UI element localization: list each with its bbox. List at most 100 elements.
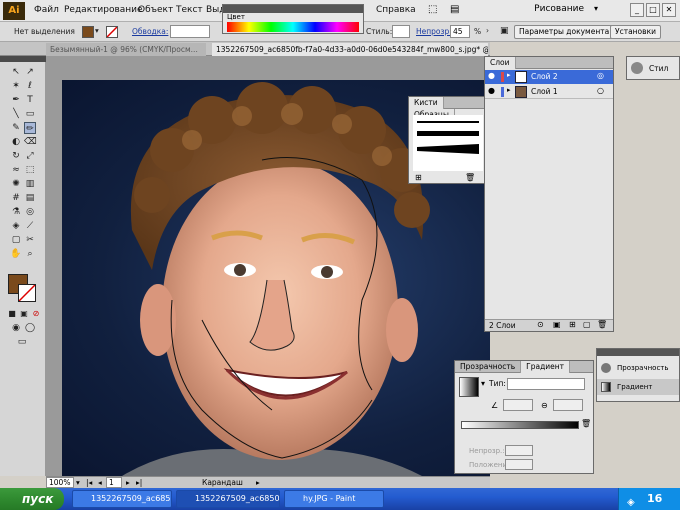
tab-transparency[interactable]: Прозрачность xyxy=(455,361,522,373)
angle-field[interactable] xyxy=(503,399,533,411)
zoom-field[interactable]: 100% xyxy=(46,477,74,488)
task-button-active[interactable]: 1352267509_ac6850... xyxy=(176,490,280,508)
artboard-tool-icon[interactable]: ▢ xyxy=(10,234,22,246)
aspect-ratio-field[interactable] xyxy=(553,399,583,411)
network-icon[interactable]: ◈ xyxy=(627,492,635,510)
draw-normal-icon[interactable]: ◉ xyxy=(10,322,22,334)
gradient-tool-icon[interactable]: ▤ xyxy=(24,192,36,204)
opacity-label[interactable]: Непрозр.: xyxy=(416,27,454,36)
layer-name[interactable]: Слой 2 xyxy=(531,72,558,81)
rectangle-tool-icon[interactable]: ▭ xyxy=(24,108,36,120)
opacity-field[interactable]: 45 xyxy=(450,25,470,38)
magic-wand-tool-icon[interactable]: ✶ xyxy=(10,80,22,92)
pencil-tool-icon[interactable]: ✏ xyxy=(24,122,36,134)
lasso-tool-icon[interactable]: ℓ xyxy=(24,80,36,92)
menu-edit[interactable]: Редактирование xyxy=(64,5,143,15)
maximize-button[interactable]: □ xyxy=(646,3,660,17)
preferences-button[interactable]: Установки xyxy=(610,25,661,39)
page-field[interactable]: 1 xyxy=(106,477,122,488)
last-page-icon[interactable]: ▸| xyxy=(136,478,142,487)
rotate-tool-icon[interactable]: ↻ xyxy=(10,150,22,162)
mesh-tool-icon[interactable]: # xyxy=(10,192,22,204)
blend-tool-icon[interactable]: ◎ xyxy=(24,206,36,218)
scale-tool-icon[interactable]: ⤢ xyxy=(24,150,36,162)
brush-stroke-calligraphic[interactable] xyxy=(417,144,479,154)
prev-page-icon[interactable]: ◂ xyxy=(98,478,102,487)
color-mode-icon[interactable]: ■ xyxy=(6,308,18,320)
eyedropper-tool-icon[interactable]: ⚗ xyxy=(10,206,22,218)
transparency-panel-label[interactable]: Прозрачность xyxy=(617,364,669,372)
screen-mode-icon[interactable]: ▭ xyxy=(16,336,28,348)
bridge-icon[interactable]: ⬚ xyxy=(428,4,437,15)
eye-icon[interactable]: ● xyxy=(488,86,495,95)
gradient-mode-icon[interactable]: ▣ xyxy=(18,308,30,320)
delete-icon[interactable]: 🗑 xyxy=(581,419,591,428)
clipping-mask-icon[interactable]: ▣ xyxy=(553,320,561,329)
new-layer-icon[interactable]: ▢ xyxy=(583,320,591,329)
layer-row-selected[interactable]: ● ▸ Слой 2 ◎ xyxy=(485,70,613,84)
next-page-icon[interactable]: ▸ xyxy=(126,478,130,487)
minimize-button[interactable]: _ xyxy=(630,3,644,17)
warp-tool-icon[interactable]: ≈ xyxy=(10,164,22,176)
delete-icon[interactable]: 🗑 xyxy=(597,320,607,329)
eye-icon[interactable]: ● xyxy=(488,71,495,80)
scissors-tool-icon[interactable]: ✂ xyxy=(24,234,36,246)
chevron-down-icon[interactable]: ▾ xyxy=(481,379,485,388)
graphic-styles-icon[interactable] xyxy=(631,62,643,74)
gradient-icon[interactable] xyxy=(601,382,611,392)
layer-row[interactable]: ● ▸ Слой 1 ○ xyxy=(485,85,613,99)
expand-arrow-icon[interactable]: ▸ xyxy=(507,86,511,94)
fill-swatch[interactable] xyxy=(82,26,94,38)
status-arrow-icon[interactable]: ▸ xyxy=(256,478,260,487)
brush-stroke-medium[interactable] xyxy=(417,131,479,136)
task-button[interactable]: hy.JPG - Paint xyxy=(284,490,384,508)
chevron-down-icon[interactable]: ▾ xyxy=(95,26,99,35)
brush-stroke-thin[interactable] xyxy=(417,121,479,123)
slice-tool-icon[interactable]: ⟋ xyxy=(24,220,36,232)
menu-object[interactable]: Объект xyxy=(138,5,173,15)
tab-layers[interactable]: Слои xyxy=(485,57,516,69)
eraser-tool-icon[interactable]: ⌫ xyxy=(24,136,37,148)
task-button[interactable]: 1352267509_ac6850... xyxy=(72,490,172,508)
chevron-down-icon[interactable]: ▾ xyxy=(76,478,80,487)
menu-help[interactable]: Справка xyxy=(376,5,416,15)
stroke-swatch[interactable] xyxy=(106,26,118,38)
workspace-switcher[interactable]: Рисование xyxy=(534,4,584,14)
type-tool-icon[interactable]: T xyxy=(24,94,36,106)
chevron-right-icon[interactable]: › xyxy=(486,26,489,35)
layer-name[interactable]: Слой 1 xyxy=(531,87,558,96)
color-spectrum[interactable] xyxy=(227,22,359,32)
paintbrush-tool-icon[interactable]: ✎ xyxy=(10,122,22,134)
hand-tool-icon[interactable]: ✋ xyxy=(10,248,22,260)
target-icon[interactable]: ◎ xyxy=(597,71,604,80)
line-tool-icon[interactable]: ╲ xyxy=(10,108,22,120)
arrange-icon[interactable]: ▤ xyxy=(450,4,459,15)
chevron-down-icon[interactable]: ▾ xyxy=(594,4,598,13)
style-dropdown[interactable] xyxy=(392,25,410,38)
selection-tool-icon[interactable]: ↖ xyxy=(10,66,22,78)
blob-brush-tool-icon[interactable]: ◐ xyxy=(10,136,22,148)
start-button[interactable]: пуск xyxy=(0,488,64,510)
zoom-tool-icon[interactable]: ⌕ xyxy=(24,248,36,260)
close-button[interactable]: ✕ xyxy=(662,3,676,17)
brush-library-icon[interactable]: ⊞ xyxy=(415,173,422,182)
stop-opacity-field[interactable] xyxy=(505,445,533,456)
tab-untitled[interactable]: Безымянный-1 @ 96% (CMYK/Просм... xyxy=(46,43,206,56)
stroke-color-box[interactable] xyxy=(18,284,36,302)
gradient-panel-label[interactable]: Градиент xyxy=(617,383,652,391)
tab-active-document[interactable]: 1352267509_ac6850fb-f7a0-4d33-a0d0-06d0e… xyxy=(212,43,488,56)
new-sublayer-icon[interactable]: ⊞ xyxy=(569,320,576,329)
transparency-icon[interactable] xyxy=(601,363,611,373)
current-tool-status[interactable]: Карандаш xyxy=(202,478,243,487)
symbol-sprayer-tool-icon[interactable]: ✺ xyxy=(10,178,22,190)
pen-tool-icon[interactable]: ✒ xyxy=(10,94,22,106)
stroke-weight-field[interactable] xyxy=(170,25,210,38)
delete-icon[interactable]: 🗑 xyxy=(465,173,475,182)
free-transform-tool-icon[interactable]: ⬚ xyxy=(24,164,36,176)
direct-selection-tool-icon[interactable]: ↗ xyxy=(24,66,36,78)
graph-tool-icon[interactable]: ▥ xyxy=(24,178,36,190)
gradient-thumbnail[interactable] xyxy=(459,377,479,397)
gradient-type-select[interactable] xyxy=(507,378,585,390)
first-page-icon[interactable]: |◂ xyxy=(86,478,92,487)
tab-gradient[interactable]: Градиент xyxy=(521,361,571,373)
